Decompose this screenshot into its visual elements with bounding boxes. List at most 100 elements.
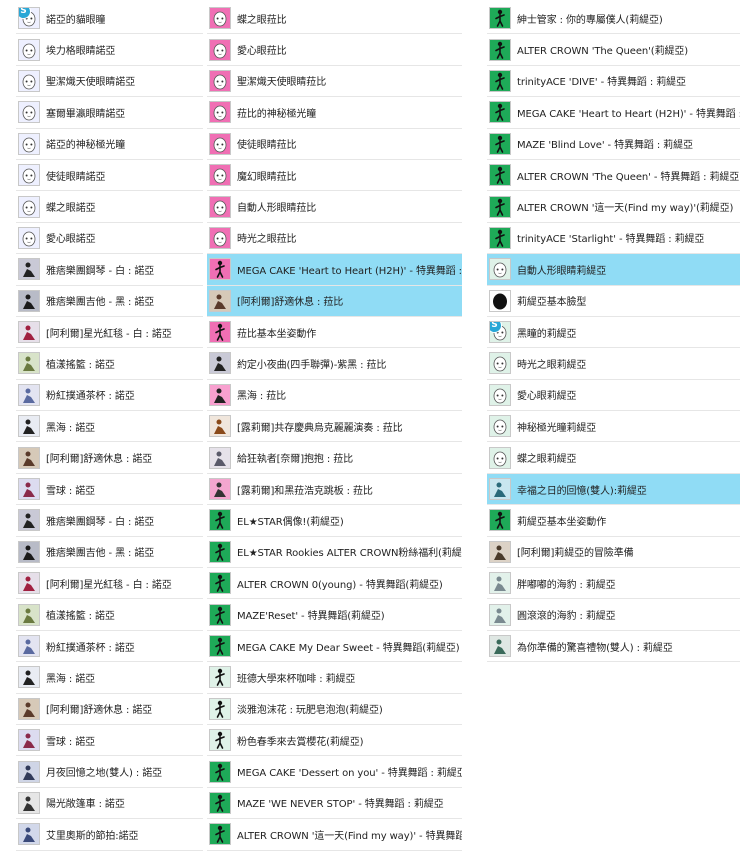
list-item[interactable]: [阿利爾]星光紅毯 - 白 : 諾亞	[16, 568, 203, 600]
green-dance-icon	[489, 7, 511, 30]
list-item[interactable]: trinityACE 'DIVE' - 特異舞蹈 : 莉緹亞	[487, 66, 740, 98]
list-item[interactable]: 埃力格眼睛諾亞	[16, 34, 203, 66]
list-item-label: 菈比基本坐姿動作	[237, 328, 317, 340]
list-item[interactable]: 給狂執者[奈爾]抱抱 : 菈比	[207, 442, 462, 474]
list-item[interactable]: MAZE 'Blind Love' - 特異舞蹈 : 莉緹亞	[487, 129, 740, 160]
pale-face-icon	[489, 383, 511, 406]
list-item[interactable]: 雪球 : 諾亞	[16, 725, 203, 757]
list-item-label: 給狂執者[奈爾]抱抱 : 菈比	[237, 454, 354, 466]
list-item[interactable]: 自動人形眼睛莉緹亞	[487, 254, 740, 286]
list-item[interactable]: [露莉爾]和黑菈浩克跳板 : 菈比	[207, 474, 462, 506]
list-item[interactable]: 愛心眼諾亞	[16, 223, 203, 255]
list-item[interactable]: 諾亞的神秘極光瞳	[16, 129, 203, 160]
list-item[interactable]: 雅痞樂團鋼琴 - 白 : 諾亞	[16, 505, 203, 537]
list-item[interactable]: 使徒眼睛菈比	[207, 129, 462, 160]
list-item[interactable]: 時光之眼菈比	[207, 223, 462, 255]
list-item[interactable]: 蝶之眼菈比	[207, 3, 462, 35]
green-dance-icon	[209, 635, 231, 657]
list-item[interactable]: [阿利爾]星光紅毯 - 白 : 諾亞	[16, 317, 203, 349]
list-item[interactable]: 莉緹亞基本臉型	[487, 286, 740, 317]
list-item-label: 自動人形眼睛菈比	[237, 203, 317, 215]
list-item[interactable]: 黑海 : 諾亞	[16, 662, 203, 694]
list-item-label: 植漾搖籃 : 諾亞	[46, 611, 115, 623]
list-item[interactable]: 塞爾畢瀛眼睛諾亞	[16, 97, 203, 129]
list-item[interactable]: 陽光敞篷車 : 諾亞	[16, 788, 203, 820]
list-item[interactable]: 淡雅泡沫花 : 玩肥皂泡泡(莉緹亞)	[207, 694, 462, 725]
list-item[interactable]: 菈比基本坐姿動作	[207, 317, 462, 349]
list-item[interactable]: 班德大學來杯咖啡 : 莉緹亞	[207, 662, 462, 694]
list-item[interactable]: ALTER CROWN 'The Queen'(莉緹亞)	[487, 34, 740, 66]
pink-face-icon	[209, 69, 231, 92]
list-item[interactable]: 雅痞樂團吉他 - 黑 : 諾亞	[16, 286, 203, 317]
list-item[interactable]: 粉紅撲通茶杯 : 諾亞	[16, 380, 203, 412]
list-item[interactable]: 雅痞樂團鋼琴 - 白 : 諾亞	[16, 254, 203, 286]
beat-icon	[18, 823, 40, 846]
list-item[interactable]: 黑海 : 菈比	[207, 380, 462, 412]
list-item[interactable]: EL★STAR Rookies ALTER CROWN粉絲福利(莉緹亞	[207, 537, 462, 569]
list-item[interactable]: 雪球 : 諾亞	[16, 474, 203, 506]
list-item[interactable]: 莉緹亞基本坐姿動作	[487, 505, 740, 537]
list-item[interactable]: 植漾搖籃 : 諾亞	[16, 599, 203, 631]
list-item[interactable]: MAZE'Reset' - 特異舞蹈(莉緹亞)	[207, 599, 462, 631]
pale-pose-icon	[209, 666, 231, 689]
list-item[interactable]: 自動人形眼睛菈比	[207, 191, 462, 223]
list-item-label: 為你準備的驚喜禮物(雙人) : 莉緹亞	[517, 642, 673, 654]
face-icon	[18, 226, 40, 249]
list-item[interactable]: MEGA CAKE 'Heart to Heart (H2H)' - 特異舞蹈 …	[207, 254, 462, 286]
list-item[interactable]: trinityACE 'Starlight' - 特異舞蹈 : 莉緹亞	[487, 223, 740, 255]
list-item[interactable]: 艾里奧斯的節拍:諾亞	[16, 819, 203, 851]
list-item-label: 蝶之眼諾亞	[46, 203, 96, 215]
list-item[interactable]: 植漾搖籃 : 諾亞	[16, 348, 203, 380]
list-item[interactable]: ALTER CROWN '這一天(Find my way)'(莉緹亞)	[487, 191, 740, 223]
list-item[interactable]: MEGA CAKE My Dear Sweet - 特異舞蹈(莉緹亞)	[207, 631, 462, 663]
list-item[interactable]: [阿利爾]舒適休息 : 諾亞	[16, 442, 203, 474]
list-item[interactable]: 時光之眼莉緹亞	[487, 348, 740, 380]
list-item[interactable]: 粉色春季來去賞櫻花(莉緹亞)	[207, 725, 462, 757]
item-list-column-3: 紳士管家 : 你的專屬僕人(莉緹亞) ALTER CROWN 'The Queen…	[487, 3, 740, 663]
list-item[interactable]: S 諾亞的貓眼瞳	[16, 3, 203, 35]
item-list-column-1: S 諾亞的貓眼瞳 埃力格眼睛諾亞聖潔熾天使眼睛諾亞塞爾畢瀛眼睛諾亞諾亞的神秘極光瞳使…	[16, 3, 203, 851]
list-item[interactable]: 幸福之日的回憶(雙人):莉緹亞	[487, 473, 740, 506]
list-item[interactable]: 愛心眼菈比	[207, 34, 462, 66]
list-item-label: 幸福之日的回憶(雙人):莉緹亞	[517, 485, 647, 497]
list-item-label: 雅痞樂團吉他 - 黑 : 諾亞	[46, 548, 155, 560]
list-item[interactable]: S 黑瞳的莉緹亞	[487, 317, 740, 349]
list-item-label: 聖潔熾天使眼睛諾亞	[46, 77, 136, 89]
list-item[interactable]: MEGA CAKE 'Heart to Heart (H2H)' - 特異舞蹈 …	[487, 97, 740, 129]
list-item[interactable]: 神秘極光瞳莉緹亞	[487, 411, 740, 443]
list-item-label: 植漾搖籃 : 諾亞	[46, 359, 115, 371]
list-item[interactable]: 黑海 : 諾亞	[16, 411, 203, 443]
list-item-label: ALTER CROWN 'The Queen' - 特異舞蹈 : 莉緹亞	[517, 171, 740, 183]
list-item[interactable]: 約定小夜曲(四手聯彈)-紫黑 : 菈比	[207, 348, 462, 380]
list-item[interactable]: 聖潔熾天使眼睛菈比	[207, 66, 462, 98]
list-item[interactable]: [阿利爾]舒適休息 : 菈比	[207, 285, 462, 317]
list-item[interactable]: MEGA CAKE 'Dessert on you' - 特異舞蹈 : 莉緹亞	[207, 756, 462, 788]
list-item-label: 諾亞的神秘極光瞳	[46, 140, 126, 152]
list-item[interactable]: [露莉爾]共存慶典烏克麗麗演奏 : 菈比	[207, 411, 462, 443]
list-item-label: 約定小夜曲(四手聯彈)-紫黑 : 菈比	[237, 359, 387, 371]
list-item[interactable]: 魔幻眼睛菈比	[207, 160, 462, 192]
list-item[interactable]: 蝶之眼莉緹亞	[487, 442, 740, 474]
list-item[interactable]: 愛心眼莉緹亞	[487, 380, 740, 412]
list-item[interactable]: [阿利爾]莉緹亞的冒險準備	[487, 537, 740, 569]
list-item[interactable]: 月夜回憶之地(雙人) : 諾亞	[16, 756, 203, 788]
list-item[interactable]: [阿利爾]舒適休息 : 諾亞	[16, 694, 203, 725]
list-item[interactable]: 圓滾滾的海豹 : 莉緹亞	[487, 599, 740, 631]
list-item[interactable]: 使徒眼睛諾亞	[16, 160, 203, 192]
list-item[interactable]: ALTER CROWN 'The Queen' - 特異舞蹈 : 莉緹亞	[487, 160, 740, 192]
list-item[interactable]: 為你準備的驚喜禮物(雙人) : 莉緹亞	[487, 631, 740, 663]
list-item[interactable]: ALTER CROWN 0(young) - 特異舞蹈(莉緹亞)	[207, 568, 462, 600]
green-dance-icon	[209, 572, 231, 595]
wave-icon	[18, 666, 40, 689]
list-item[interactable]: 聖潔熾天使眼睛諾亞	[16, 66, 203, 98]
list-item[interactable]: 雅痞樂團吉他 - 黑 : 諾亞	[16, 537, 203, 569]
list-item[interactable]: 胖嘟嘟的海豹 : 莉緹亞	[487, 568, 740, 600]
list-item[interactable]: 粉紅撲通茶杯 : 諾亞	[16, 631, 203, 663]
list-item[interactable]: 紳士管家 : 你的專屬僕人(莉緹亞)	[487, 3, 740, 35]
list-item-label: 粉紅撲通茶杯 : 諾亞	[46, 391, 135, 403]
list-item[interactable]: 蝶之眼諾亞	[16, 191, 203, 223]
list-item[interactable]: ALTER CROWN '這一天(Find my way)' - 特異舞蹈	[207, 819, 462, 851]
list-item[interactable]: 菈比的神秘極光瞳	[207, 97, 462, 129]
list-item[interactable]: MAZE 'WE NEVER STOP' - 特異舞蹈 : 莉緹亞	[207, 788, 462, 820]
list-item[interactable]: EL★STAR偶像!(莉緹亞)	[207, 505, 462, 537]
